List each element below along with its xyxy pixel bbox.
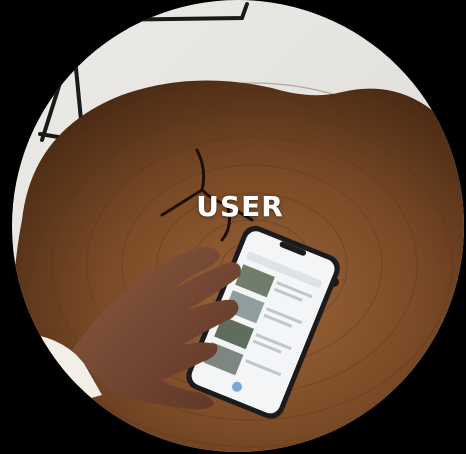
user-avatar-stage: USER <box>0 0 466 454</box>
user-photo <box>12 0 464 452</box>
user-caption: USER <box>196 190 284 223</box>
user-photo-circle <box>12 0 464 452</box>
